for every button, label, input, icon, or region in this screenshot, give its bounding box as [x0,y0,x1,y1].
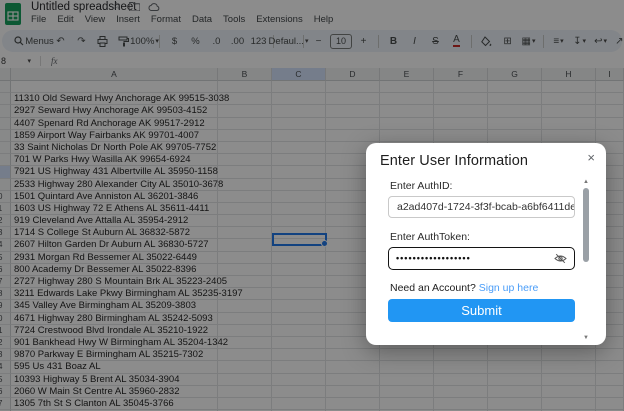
signup-link[interactable]: Sign up here [479,282,539,294]
dialog-scrollbar[interactable]: ▲ ▼ [582,179,590,341]
enter-user-information-dialog: Enter User Information × Enter AuthID: a… [366,143,606,345]
submit-button[interactable]: Submit [388,299,575,322]
app-window: Untitled spreadsheet ☆ FileEditViewInser… [0,0,624,411]
scroll-up-icon[interactable]: ▲ [583,179,589,185]
authtoken-input[interactable]: •••••••••••••••••• [388,247,575,270]
masked-password-value: •••••••••••••••••• [396,254,554,263]
show-password-icon[interactable] [554,252,567,265]
authid-label: Enter AuthID: [390,180,452,192]
close-icon[interactable]: × [587,150,595,165]
authtoken-label: Enter AuthToken: [390,231,470,243]
dialog-title: Enter User Information [380,153,528,169]
authid-input[interactable]: a2ad407d-1724-3f3f-bcab-a6bf6411de98 [388,196,575,218]
scrollbar-thumb[interactable] [583,188,589,262]
scroll-down-icon[interactable]: ▼ [583,335,589,341]
account-prompt: Need an Account? Sign up here [390,282,538,294]
